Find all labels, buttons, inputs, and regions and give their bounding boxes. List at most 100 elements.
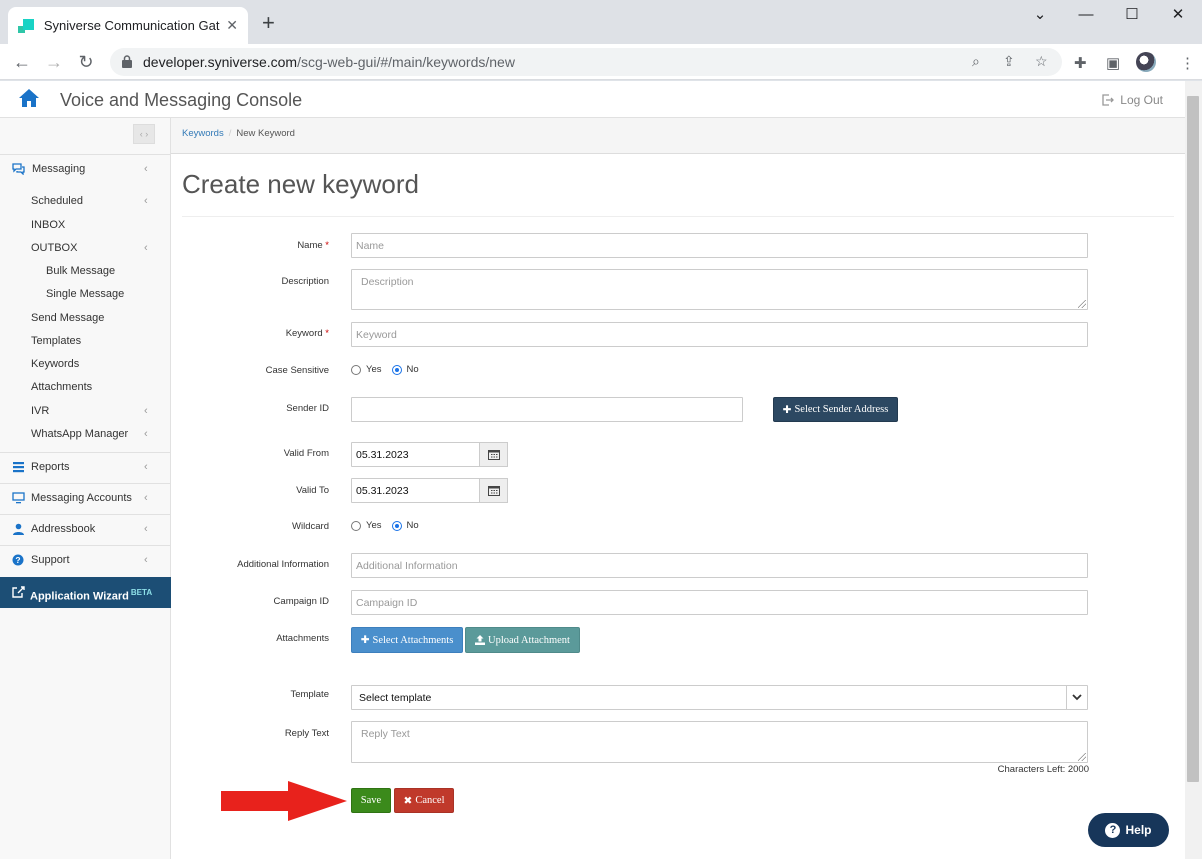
divider — [0, 483, 171, 484]
maximize-button[interactable]: ☐ — [1109, 4, 1155, 26]
reply-text-textarea[interactable]: Reply Text — [351, 721, 1088, 763]
wildcard-label: Wildcard — [292, 521, 329, 532]
resize-handle-icon[interactable] — [1078, 753, 1086, 761]
divider — [0, 514, 171, 515]
home-icon[interactable] — [18, 88, 40, 108]
question-icon: ? — [12, 554, 24, 566]
url-path: /scg-web-gui/#/main/keywords/new — [297, 54, 515, 70]
sidebar-label-whatsapp-manager: WhatsApp Manager — [31, 428, 129, 440]
page-title: Create new keyword — [182, 169, 419, 199]
url-text: developer.syniverse.com/scg-web-gui/#/ma… — [143, 54, 515, 70]
name-input[interactable]: Name — [351, 233, 1088, 258]
sidebar-label-reports: Reports — [31, 461, 70, 473]
wildcard-no-radio[interactable] — [391, 520, 402, 531]
upload-icon — [475, 635, 486, 645]
sidebar-label-addressbook: Addressbook — [31, 523, 96, 535]
sidebar-item-attachments[interactable]: Attachments — [0, 377, 171, 397]
cancel-button[interactable]: ✖ Cancel — [394, 788, 454, 813]
sidebar-item-ivr[interactable]: IVR ‹ — [0, 401, 171, 421]
save-button[interactable]: Save — [351, 788, 391, 813]
sidebar-item-messaging[interactable]: Messaging ‹ — [0, 159, 171, 179]
sidebar-collapse-button[interactable]: ‹ › — [133, 124, 155, 144]
valid-from-input[interactable]: 05.31.2023 — [351, 442, 480, 467]
tab-close-icon[interactable]: ✕ — [226, 17, 238, 34]
reload-icon[interactable]: ↻ — [74, 50, 98, 74]
sidebar-item-support[interactable]: ? Support ‹ — [0, 550, 171, 570]
zoom-icon[interactable]: ⌕ — [972, 53, 980, 70]
sidebar-item-outbox[interactable]: OUTBOX ‹ — [0, 238, 171, 258]
case-sensitive-yes-radio[interactable] — [351, 364, 361, 375]
browser-tab[interactable]: Syniverse Communication Gatew ✕ — [8, 7, 248, 44]
bookmark-star-icon[interactable]: ☆ — [1035, 53, 1048, 70]
minimize-button[interactable]: — — [1063, 4, 1109, 26]
svg-text:?: ? — [15, 555, 20, 565]
forward-arrow-icon[interactable]: → — [42, 50, 66, 74]
sidebar-label-keywords: Keywords — [31, 358, 80, 370]
valid-to-calendar-button[interactable] — [479, 478, 508, 503]
valid-from-calendar-button[interactable] — [479, 442, 508, 467]
case-sensitive-no-radio[interactable] — [391, 364, 402, 375]
template-select[interactable]: Select template — [351, 685, 1088, 710]
breadcrumb-keywords-link[interactable]: Keywords — [182, 128, 224, 139]
person-icon — [13, 523, 24, 535]
valid-to-input[interactable]: 05.31.2023 — [351, 478, 480, 503]
address-bar[interactable]: developer.syniverse.com/scg-web-gui/#/ma… — [110, 48, 1062, 76]
sidebar-item-single-message[interactable]: Single Message — [0, 284, 171, 304]
sidebar-item-whatsapp-manager[interactable]: WhatsApp Manager ‹ — [0, 424, 171, 444]
divider — [182, 216, 1174, 217]
keyword-input[interactable]: Keyword — [351, 322, 1088, 347]
sender-id-input[interactable] — [351, 397, 743, 422]
description-textarea[interactable]: Description — [351, 269, 1088, 310]
sidebar-item-application-wizard[interactable]: Application Wizard BETA — [0, 577, 171, 608]
chevron-left-icon: ‹ — [144, 163, 148, 175]
select-attachments-label: Select Attachments — [372, 634, 454, 646]
chevron-left-icon: ‹ — [144, 554, 148, 566]
divider — [0, 545, 171, 546]
sidebar-item-send-message[interactable]: Send Message — [0, 308, 171, 328]
scrollbar-thumb[interactable] — [1187, 96, 1199, 782]
sidebar-item-bulk-message[interactable]: Bulk Message — [0, 261, 171, 281]
profile-avatar[interactable] — [1136, 52, 1156, 72]
sidebar-item-keywords[interactable]: Keywords — [0, 354, 171, 374]
resize-handle-icon[interactable] — [1078, 300, 1086, 308]
upload-attachment-button[interactable]: Upload Attachment — [465, 627, 580, 653]
new-tab-button[interactable]: + — [262, 12, 275, 34]
radio-label-no: No — [406, 520, 419, 531]
breadcrumb-current: New Keyword — [236, 128, 295, 139]
extensions-puzzle-icon[interactable]: ✚ — [1074, 54, 1087, 72]
keyword-label-text: Keyword — [285, 328, 323, 339]
wildcard-yes-radio[interactable] — [351, 520, 361, 531]
syniverse-favicon-icon — [18, 18, 34, 34]
close-window-button[interactable]: ✕ — [1155, 4, 1201, 26]
sidebar-item-addressbook[interactable]: Addressbook ‹ — [0, 519, 171, 539]
chat-icon — [12, 163, 25, 175]
plus-icon: ✚ — [360, 635, 370, 646]
name-label-text: Name — [297, 240, 323, 251]
lock-icon — [122, 55, 132, 68]
tab-search-icon[interactable]: ⌄ — [1017, 4, 1063, 26]
sidebar-item-templates[interactable]: Templates — [0, 331, 171, 351]
share-icon[interactable]: ⇪ — [1003, 53, 1015, 70]
back-arrow-icon[interactable]: ← — [10, 50, 34, 74]
sidebar-item-inbox[interactable]: INBOX — [0, 215, 171, 235]
sidebar: ‹ › Messaging ‹ Scheduled ‹ INBOX OUTBOX… — [0, 118, 171, 859]
wizard-text: Application Wizard — [30, 590, 129, 603]
sidebar-label-single-message: Single Message — [46, 288, 125, 300]
app-header: Voice and Messaging Console Log Out — [0, 81, 1185, 118]
sidebar-item-messaging-accounts[interactable]: Messaging Accounts ‹ — [0, 488, 171, 508]
logout-link[interactable]: Log Out — [1102, 93, 1163, 107]
sidebar-label-bulk-message: Bulk Message — [46, 265, 116, 277]
required-marker: * — [325, 240, 329, 251]
browser-menu-icon[interactable]: ⋮ — [1180, 54, 1195, 72]
select-attachments-button[interactable]: ✚ Select Attachments — [351, 627, 463, 653]
characters-left-counter: Characters Left: 2000 — [997, 764, 1089, 775]
select-sender-address-button[interactable]: ✚ Select Sender Address — [773, 397, 898, 422]
side-panel-icon[interactable]: ▣ — [1106, 54, 1120, 72]
sidebar-label-outbox: OUTBOX — [31, 242, 78, 254]
chevron-left-icon: ‹ — [144, 461, 148, 473]
help-button[interactable]: ? Help — [1088, 813, 1169, 847]
additional-information-input[interactable]: Additional Information — [351, 553, 1088, 578]
campaign-id-input[interactable]: Campaign ID — [351, 590, 1088, 615]
sidebar-item-reports[interactable]: Reports ‹ — [0, 457, 171, 477]
sidebar-item-scheduled[interactable]: Scheduled ‹ — [0, 191, 171, 211]
